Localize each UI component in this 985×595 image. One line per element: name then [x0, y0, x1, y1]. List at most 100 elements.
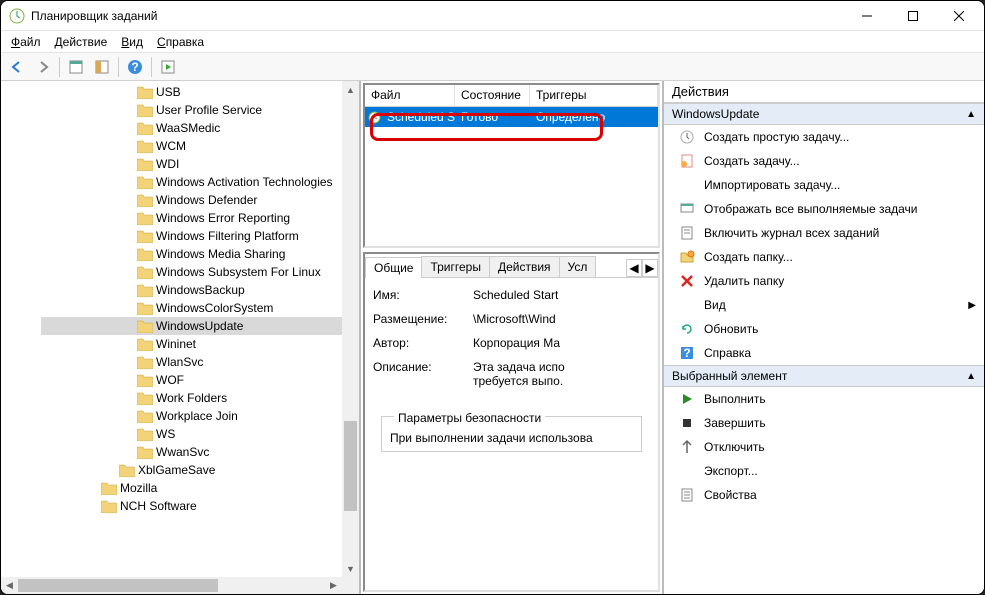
- action-item[interactable]: ?Справка: [664, 341, 984, 365]
- tree-item[interactable]: Windows Error Reporting: [41, 209, 359, 227]
- action-item[interactable]: Создать простую задачу...: [664, 125, 984, 149]
- tree-item[interactable]: WOF: [41, 371, 359, 389]
- action-item[interactable]: Выполнить: [664, 387, 984, 411]
- tree-item[interactable]: WwanSvc: [41, 443, 359, 461]
- action-item[interactable]: Завершить: [664, 411, 984, 435]
- col-state[interactable]: Состояние: [455, 85, 530, 106]
- action-item[interactable]: Отображать все выполняемые задачи: [664, 197, 984, 221]
- tree-item[interactable]: WindowsColorSystem: [41, 299, 359, 317]
- tree-item[interactable]: Windows Defender: [41, 191, 359, 209]
- menu-action[interactable]: Действие: [49, 33, 114, 51]
- tab-general[interactable]: Общие: [365, 257, 422, 278]
- collapse-icon: ▲: [966, 371, 976, 382]
- action-view[interactable]: Вид ▶: [664, 293, 984, 317]
- tabs-prev[interactable]: ◀: [626, 259, 642, 277]
- location-label: Размещение:: [373, 312, 473, 326]
- action-item[interactable]: Отключить: [664, 435, 984, 459]
- action-item[interactable]: Создать папку...: [664, 245, 984, 269]
- toolbar-btn-1[interactable]: [64, 55, 88, 79]
- action-label: Создать папку...: [704, 250, 793, 264]
- tree-item-label: Work Folders: [156, 391, 227, 405]
- toolbar-btn-2[interactable]: [90, 55, 114, 79]
- action-label: Включить журнал всех заданий: [704, 226, 879, 240]
- action-item[interactable]: Обновить: [664, 317, 984, 341]
- col-triggers[interactable]: Триггеры: [530, 85, 658, 106]
- tab-conditions[interactable]: Усл: [559, 256, 597, 277]
- tree-item[interactable]: User Profile Service: [41, 101, 359, 119]
- tree-scrollbar-v[interactable]: ▲ ▼: [342, 81, 359, 594]
- tree-item[interactable]: Windows Subsystem For Linux: [41, 263, 359, 281]
- tree-item-label: WindowsBackup: [156, 283, 245, 297]
- tree-item[interactable]: Windows Media Sharing: [41, 245, 359, 263]
- action-item[interactable]: Создать задачу...: [664, 149, 984, 173]
- tree-item[interactable]: WS: [41, 425, 359, 443]
- tree-item[interactable]: WDI: [41, 155, 359, 173]
- action-label: Импортировать задачу...: [704, 178, 840, 192]
- folder-icon: [101, 500, 117, 513]
- tab-triggers[interactable]: Триггеры: [421, 256, 490, 277]
- folder-icon: [137, 104, 153, 117]
- task-list[interactable]: Файл Состояние Триггеры Scheduled S... Г…: [363, 83, 660, 248]
- menu-help[interactable]: Справка: [151, 33, 210, 51]
- action-item[interactable]: Включить журнал всех заданий: [664, 221, 984, 245]
- tree-item-label: WindowsColorSystem: [156, 301, 273, 315]
- forward-button[interactable]: [31, 55, 55, 79]
- tree-item[interactable]: WindowsUpdate: [41, 317, 359, 335]
- folder-icon: [137, 194, 153, 207]
- tree-item[interactable]: WaaSMedic: [41, 119, 359, 137]
- chevron-right-icon: ▶: [968, 300, 976, 311]
- folder-icon: [137, 428, 153, 441]
- tree-item[interactable]: Windows Filtering Platform: [41, 227, 359, 245]
- actions-header: Действия: [664, 81, 984, 103]
- tree-item-label: Windows Defender: [156, 193, 257, 207]
- tree-item[interactable]: WCM: [41, 137, 359, 155]
- action-label: Завершить: [704, 416, 766, 430]
- tab-actions[interactable]: Действия: [489, 256, 560, 277]
- tree-scrollbar-h[interactable]: ◀ ▶: [1, 577, 342, 594]
- action-label: Справка: [704, 346, 751, 360]
- col-file[interactable]: Файл: [365, 85, 455, 106]
- back-button[interactable]: [5, 55, 29, 79]
- actions-section-1[interactable]: WindowsUpdate ▲: [664, 103, 984, 125]
- tree-item[interactable]: Mozilla: [41, 479, 359, 497]
- tree-item[interactable]: Wininet: [41, 335, 359, 353]
- task-icon: [365, 111, 381, 124]
- run-button[interactable]: [156, 55, 180, 79]
- tree-item[interactable]: WlanSvc: [41, 353, 359, 371]
- tree-item[interactable]: WindowsBackup: [41, 281, 359, 299]
- author-value: Корпорация Ма: [473, 336, 650, 350]
- actions-section-2[interactable]: Выбранный элемент ▲: [664, 365, 984, 387]
- tree-item[interactable]: USB: [41, 83, 359, 101]
- action-item[interactable]: Удалить папку: [664, 269, 984, 293]
- folder-icon: [137, 122, 153, 135]
- maximize-button[interactable]: [890, 1, 936, 31]
- name-value: Scheduled Start: [473, 288, 650, 302]
- task-trigger: Определено: [530, 110, 658, 124]
- help-button[interactable]: ?: [123, 55, 147, 79]
- tree-item-label: Windows Media Sharing: [156, 247, 285, 261]
- tabs-next[interactable]: ▶: [642, 259, 658, 277]
- folder-icon: [119, 464, 135, 477]
- folder-tree[interactable]: USBUser Profile ServiceWaaSMedicWCMWDIWi…: [1, 81, 359, 517]
- delete-icon: [678, 273, 696, 289]
- tree-item[interactable]: Windows Activation Technologies: [41, 173, 359, 191]
- tree-item[interactable]: Work Folders: [41, 389, 359, 407]
- menu-file[interactable]: Файл: [5, 33, 47, 51]
- folder-icon: [137, 248, 153, 261]
- action-item[interactable]: Свойства: [664, 483, 984, 507]
- tree-item-label: XblGameSave: [138, 463, 215, 477]
- action-item[interactable]: Импортировать задачу...: [664, 173, 984, 197]
- tree-item[interactable]: NCH Software: [41, 497, 359, 515]
- folder-icon: [137, 230, 153, 243]
- minimize-button[interactable]: [844, 1, 890, 31]
- action-label: Отключить: [704, 440, 765, 454]
- close-button[interactable]: [936, 1, 982, 31]
- tree-item-label: User Profile Service: [156, 103, 262, 117]
- task-row[interactable]: Scheduled S... Готово Определено: [365, 107, 658, 127]
- menu-view[interactable]: Вид: [115, 33, 149, 51]
- tree-item[interactable]: Workplace Join: [41, 407, 359, 425]
- tree-item-label: WOF: [156, 373, 184, 387]
- tree-item[interactable]: XblGameSave: [41, 461, 359, 479]
- action-item[interactable]: Экспорт...: [664, 459, 984, 483]
- action-label: Создать простую задачу...: [704, 130, 849, 144]
